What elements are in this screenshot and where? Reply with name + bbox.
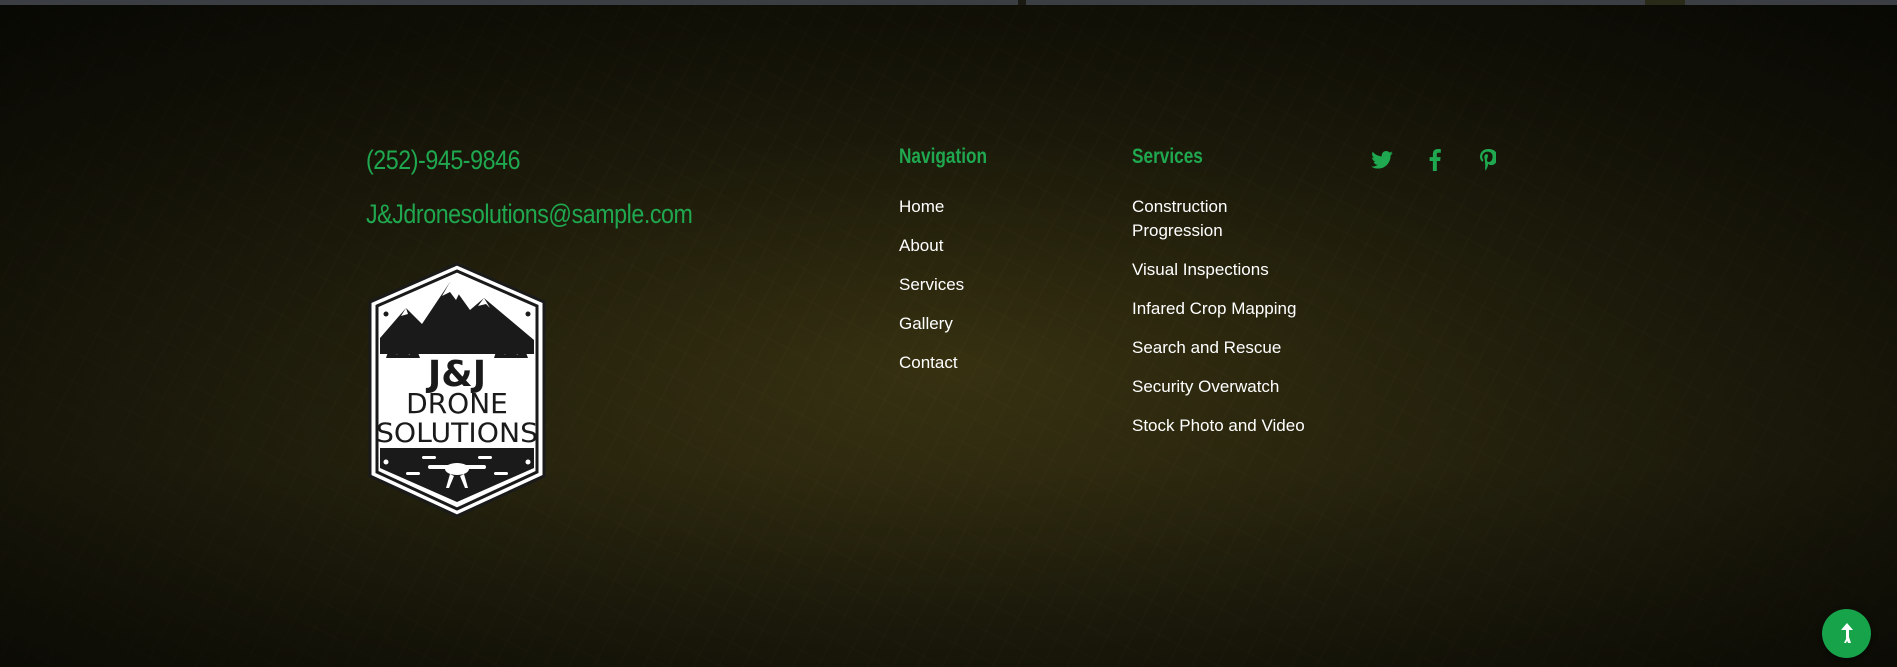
pinterest-icon[interactable]: [1475, 147, 1501, 173]
navigation-heading: Navigation: [899, 145, 988, 168]
phone-link[interactable]: (252)-945-9846: [366, 145, 692, 176]
company-logo[interactable]: J&J DRONE SOLUTIONS: [366, 262, 548, 518]
services-column: Services Construction Progression Visual…: [1132, 145, 1312, 453]
service-item-stock-photo[interactable]: Stock Photo and Video: [1132, 414, 1312, 438]
nav-item-about[interactable]: About: [899, 234, 1006, 258]
service-item-visual-inspections[interactable]: Visual Inspections: [1132, 258, 1312, 282]
nav-item-contact[interactable]: Contact: [899, 351, 1006, 375]
nav-item-services[interactable]: Services: [899, 273, 1006, 297]
facebook-icon[interactable]: [1422, 147, 1448, 173]
site-footer: (252)-945-9846 J&Jdronesolutions@sample.…: [0, 0, 1897, 667]
arrow-up-icon: [1840, 622, 1853, 643]
service-item-security[interactable]: Security Overwatch: [1132, 375, 1312, 399]
social-links: [1369, 147, 1501, 173]
service-item-crop-mapping[interactable]: Infared Crop Mapping: [1132, 297, 1312, 321]
logo-text-line2: DRONE: [406, 387, 508, 420]
contact-column: (252)-945-9846 J&Jdronesolutions@sample.…: [366, 145, 746, 230]
email-link[interactable]: J&Jdronesolutions@sample.com: [366, 199, 693, 230]
twitter-icon[interactable]: [1369, 147, 1395, 173]
navigation-column: Navigation Home About Services Gallery C…: [899, 145, 1006, 390]
logo-text-line3: SOLUTIONS: [376, 418, 538, 449]
top-strip: [0, 0, 1897, 5]
nav-item-home[interactable]: Home: [899, 195, 1006, 219]
nav-item-gallery[interactable]: Gallery: [899, 312, 1006, 336]
service-item-construction[interactable]: Construction Progression: [1132, 195, 1312, 243]
service-item-search-rescue[interactable]: Search and Rescue: [1132, 336, 1312, 360]
services-heading: Services: [1132, 145, 1203, 168]
back-to-top-button[interactable]: [1822, 609, 1871, 658]
